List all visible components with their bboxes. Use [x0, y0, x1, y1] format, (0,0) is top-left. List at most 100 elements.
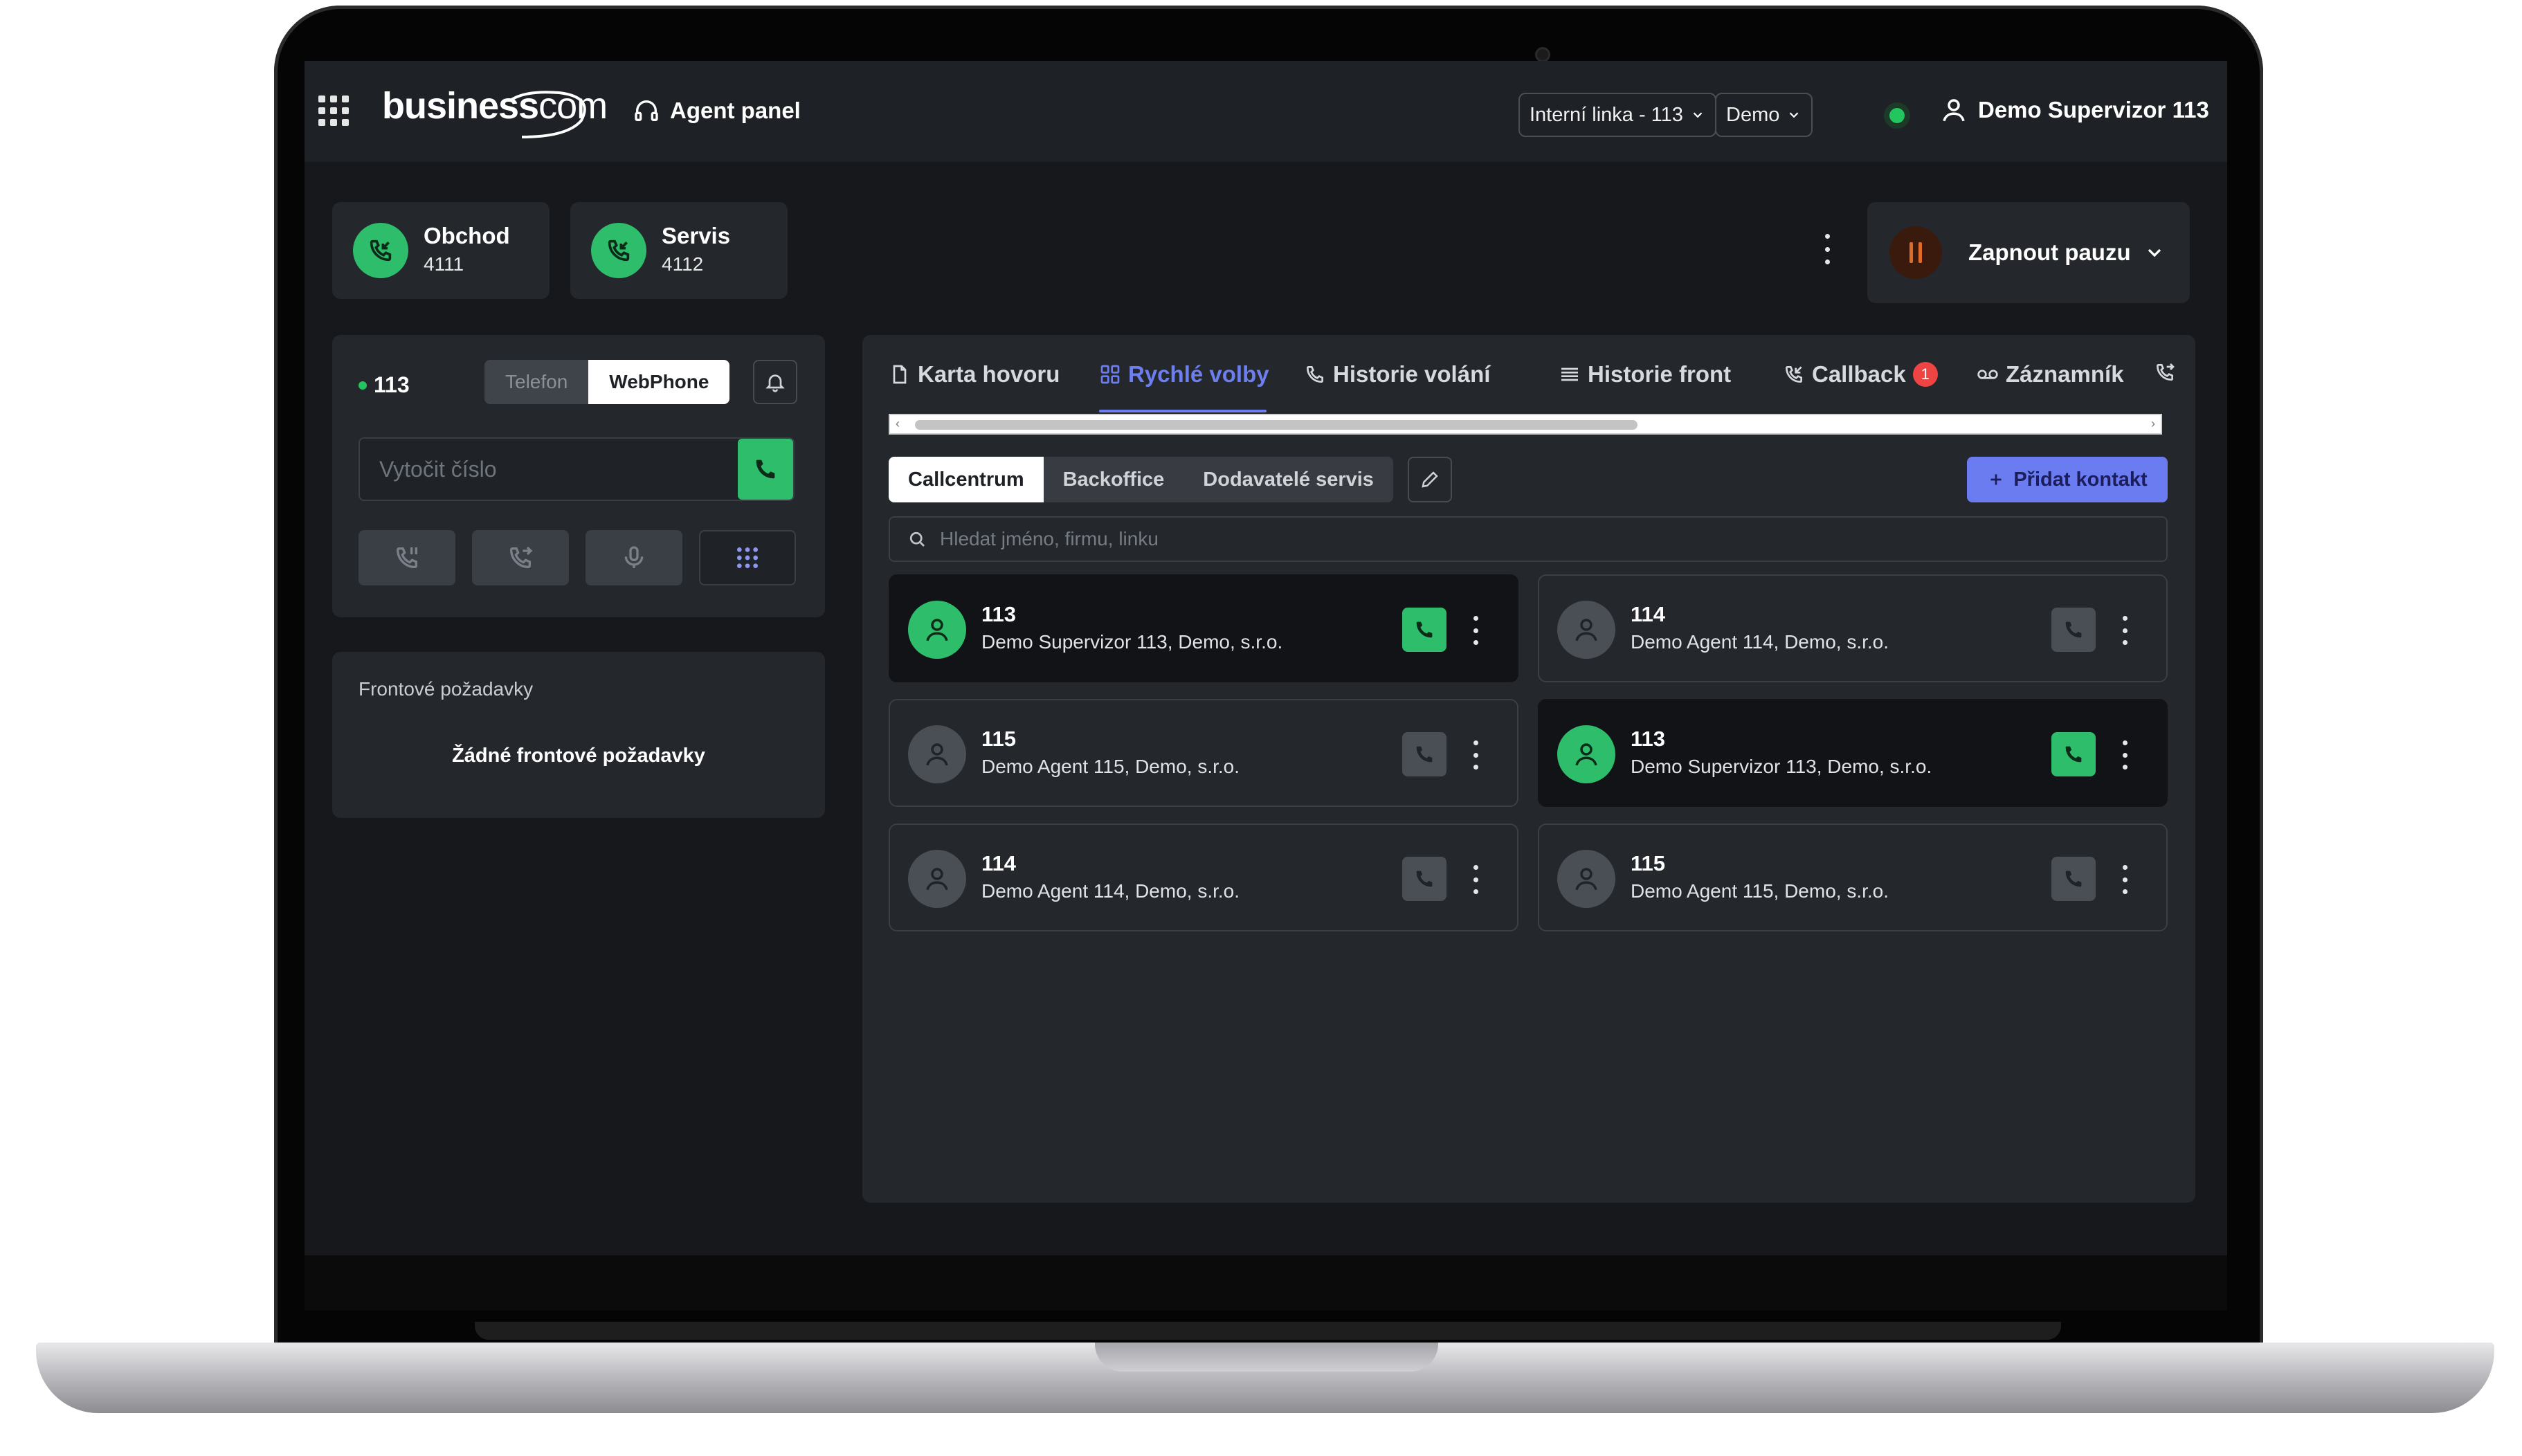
call-contact-button[interactable] — [2051, 732, 2096, 776]
hold-call-button[interactable] — [359, 530, 455, 585]
mode-telefon[interactable]: Telefon — [484, 360, 589, 404]
scroll-right-arrow-icon[interactable]: › — [2151, 417, 2155, 431]
list-icon — [1561, 367, 1578, 381]
user-icon — [1575, 619, 1597, 641]
tab-historie-volani[interactable]: Historie volání — [1304, 361, 1490, 388]
group-callcentrum[interactable]: Callcentrum — [889, 457, 1044, 502]
phone-icon — [1416, 621, 1433, 638]
pause-toggle[interactable]: Zapnout pauzu — [1867, 202, 2190, 303]
phone-icon — [1416, 871, 1433, 887]
call-contact-button[interactable] — [1402, 732, 1446, 776]
logo-swoosh-icon — [508, 91, 586, 138]
avatar — [1557, 725, 1615, 783]
scrollbar-thumb[interactable] — [915, 420, 1638, 430]
avatar — [1557, 601, 1615, 659]
extension-number: 113 — [374, 372, 410, 397]
contact-card[interactable]: 115 Demo Agent 115, Demo, s.r.o. — [889, 699, 1518, 807]
phone-icon — [756, 459, 775, 479]
transfer-call-button[interactable] — [472, 530, 569, 585]
keypad-button[interactable] — [699, 530, 796, 585]
contact-menu-icon[interactable] — [1469, 740, 1482, 770]
tab-label: Callback — [1812, 361, 1906, 387]
contact-menu-icon[interactable] — [2118, 616, 2132, 645]
tab-rychle-volby[interactable]: Rychlé volby — [1099, 361, 1269, 388]
call-contact-button[interactable] — [2051, 857, 2096, 901]
search-placeholder: Hledat jméno, firmu, linku — [940, 528, 1159, 549]
tab-overflow[interactable] — [2154, 361, 2188, 383]
user-icon — [1575, 743, 1597, 766]
search-icon — [909, 531, 925, 547]
queue-name: Servis — [662, 223, 731, 248]
contact-card[interactable]: 115 Demo Agent 115, Demo, s.r.o. — [1538, 823, 2168, 931]
contact-card[interactable]: 114 Demo Agent 114, Demo, s.r.o. — [1538, 574, 2168, 682]
online-status-dot[interactable] — [1889, 108, 1905, 123]
tab-scrollbar[interactable]: ‹ › — [889, 414, 2162, 435]
user-menu[interactable]: Demo Supervizor 113 — [1939, 95, 2209, 125]
company-select-value: Demo — [1726, 103, 1780, 126]
bell-icon[interactable] — [753, 360, 797, 404]
call-contact-button[interactable] — [1402, 857, 1446, 901]
contact-menu-icon[interactable] — [1469, 865, 1482, 894]
tab-historie-front[interactable]: Historie front — [1559, 361, 1731, 388]
active-tab-indicator — [1099, 410, 1267, 412]
chevron-down-icon — [1693, 112, 1703, 118]
chevron-down-icon — [2148, 248, 2161, 257]
laptop-notch — [1095, 1343, 1438, 1372]
dial-placeholder: Vytočit číslo — [379, 456, 497, 482]
user-icon — [1575, 868, 1597, 891]
contact-extension: 115 — [1631, 851, 1666, 875]
extension-label: 113 — [359, 372, 410, 398]
callback-badge: 1 — [1912, 362, 1938, 387]
contact-menu-icon[interactable] — [1469, 616, 1482, 645]
agent-panel-title: Agent panel — [633, 97, 801, 125]
avatar — [908, 725, 966, 783]
keypad-icon — [737, 547, 758, 568]
contact-search-input[interactable]: Hledat jméno, firmu, linku — [889, 516, 2168, 562]
mode-webphone[interactable]: WebPhone — [588, 360, 730, 404]
edit-groups-button[interactable] — [1408, 457, 1452, 502]
add-contact-button[interactable]: Přidat kontakt — [1967, 457, 2168, 502]
plus-icon — [1990, 474, 2002, 485]
dial-call-button[interactable] — [738, 439, 793, 500]
phone-icon — [1306, 366, 1323, 383]
contact-card[interactable]: 114 Demo Agent 114, Demo, s.r.o. — [889, 823, 1518, 931]
company-select[interactable]: Demo — [1715, 93, 1813, 137]
phone-icon — [2065, 621, 2082, 638]
tab-zaznamnik[interactable]: Záznamník — [1977, 361, 2124, 388]
add-contact-label: Přidat kontakt — [2013, 468, 2148, 491]
laptop-hinge — [475, 1322, 2061, 1340]
mute-button[interactable] — [586, 530, 682, 585]
contact-name: Demo Agent 115, Demo, s.r.o. — [1631, 880, 1889, 902]
queue-requests-title: Frontové požadavky — [359, 678, 534, 700]
queue-card-servis[interactable]: Servis 4112 — [570, 202, 788, 299]
contact-extension: 115 — [981, 727, 1017, 751]
group-dodavatele-servis[interactable]: Dodavatelé servis — [1183, 457, 1393, 502]
phone-icon — [2065, 746, 2082, 763]
contact-card[interactable]: 113 Demo Supervizor 113, Demo, s.r.o. — [1538, 699, 2168, 807]
scroll-left-arrow-icon[interactable]: ‹ — [896, 417, 900, 431]
call-contact-button[interactable] — [2051, 608, 2096, 652]
dial-input[interactable]: Vytočit číslo — [359, 437, 795, 501]
queue-number: 4112 — [662, 253, 704, 275]
apps-grid-icon[interactable] — [318, 95, 349, 126]
user-icon — [926, 868, 948, 891]
tab-karta-hovoru[interactable]: Karta hovoru — [889, 361, 1060, 388]
contact-card[interactable]: 113 Demo Supervizor 113, Demo, s.r.o. — [889, 574, 1518, 682]
more-menu-icon[interactable] — [1819, 234, 1835, 264]
incoming-call-icon — [353, 223, 408, 278]
headset-icon — [635, 100, 658, 121]
laptop-bezel — [305, 1255, 2227, 1311]
line-select[interactable]: Interní linka - 113 — [1518, 93, 1716, 137]
callback-icon — [1785, 366, 1802, 383]
group-backoffice[interactable]: Backoffice — [1044, 457, 1184, 502]
document-icon — [893, 365, 907, 384]
call-contact-button[interactable] — [1402, 608, 1446, 652]
tab-label: Historie front — [1588, 361, 1732, 387]
contact-menu-icon[interactable] — [2118, 740, 2132, 770]
queue-card-obchod[interactable]: Obchod 4111 — [332, 202, 550, 299]
phone-panel: 113 Telefon WebPhone Vytočit číslo — [332, 335, 825, 617]
tab-bar: Karta hovoru Rychlé volby Historie volán… — [862, 335, 2188, 425]
phone-mode-switch[interactable]: Telefon WebPhone — [484, 360, 730, 404]
tab-callback[interactable]: Callback 1 — [1783, 361, 1938, 388]
contact-menu-icon[interactable] — [2118, 865, 2132, 894]
